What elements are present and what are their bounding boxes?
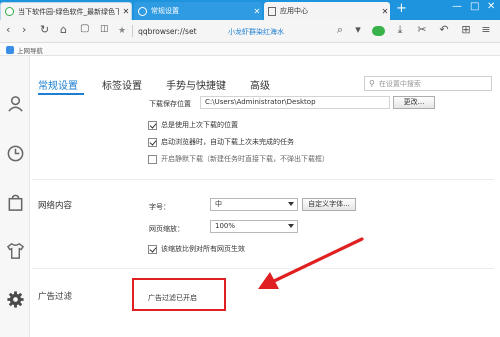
- home-icon[interactable]: ⌂: [60, 23, 67, 36]
- section-divider: [32, 268, 494, 269]
- close-tab-icon[interactable]: ✕: [121, 7, 131, 16]
- bookmark-item[interactable]: 上网导航: [6, 45, 43, 55]
- tab-tab-settings[interactable]: 标签设置: [102, 77, 142, 92]
- shopping-bag-icon[interactable]: [6, 193, 25, 212]
- settings-gear-icon[interactable]: [6, 290, 25, 309]
- skin-shirt-icon[interactable]: [6, 241, 25, 260]
- option-resume-downloads[interactable]: 启动浏览器时，自动下载上次未完成的任务: [148, 137, 294, 147]
- checkbox[interactable]: [148, 137, 157, 147]
- option-label: 启动浏览器时，自动下载上次未完成的任务: [161, 138, 294, 146]
- tab-app-center[interactable]: 应用中心 ✕: [264, 2, 390, 20]
- undo-icon[interactable]: ↶: [438, 24, 450, 36]
- active-tab-indicator: [38, 93, 84, 95]
- settings-favicon-icon: [138, 6, 147, 16]
- settings-search-input[interactable]: ⚲ 在设置中搜索: [364, 76, 492, 91]
- forward-icon[interactable]: ›: [22, 23, 26, 36]
- bookmark-bar: 上网导航: [0, 43, 500, 56]
- tab-general-settings[interactable]: 常规设置 ✕: [134, 2, 262, 20]
- checkbox[interactable]: [148, 120, 157, 130]
- navigation-icon: [6, 46, 14, 54]
- download-path-field[interactable]: C:\Users\Administrator\Desktop: [200, 96, 390, 109]
- history-icon[interactable]: [6, 144, 25, 163]
- web-content-title: 网络内容: [38, 201, 73, 211]
- reading-icon[interactable]: ▢: [80, 23, 89, 34]
- tab-gestures-shortcuts[interactable]: 手势与快捷键: [166, 77, 226, 92]
- custom-font-button[interactable]: 自定义字体...: [302, 198, 356, 211]
- checkbox[interactable]: [148, 154, 157, 164]
- scissors-icon[interactable]: ✂: [416, 24, 428, 36]
- maximize-icon[interactable]: □: [470, 1, 479, 12]
- dropdown-icon[interactable]: ▾: [352, 24, 364, 36]
- ad-filter-title: 广告过滤: [38, 292, 73, 302]
- option-silent-download[interactable]: 开启静默下载（新建任务时直接下载，不弹出下载框）: [148, 154, 329, 164]
- address-text[interactable]: qqbrowser://set: [138, 27, 196, 36]
- option-use-last-location[interactable]: 总是使用上次下载的位置: [148, 120, 238, 130]
- download-location-label: 下载保存位置: [149, 100, 191, 108]
- search-placeholder: 在设置中搜索: [378, 79, 421, 88]
- tab-title: 应用中心: [280, 7, 308, 15]
- option-label: 开启静默下载（新建任务时直接下载，不弹出下载框）: [161, 155, 329, 163]
- extensions-icon[interactable]: ⊞: [460, 24, 472, 36]
- divider: [132, 25, 134, 37]
- toolbar: ‹ › ↻ ⌂ ▢ ◫ ★ qqbrowser://set 小龙虾群染红海水 ⌕…: [0, 20, 500, 43]
- wechat-icon[interactable]: [372, 26, 385, 36]
- bookmark-label: 上网导航: [17, 47, 43, 55]
- zoom-select[interactable]: 100%: [210, 220, 298, 233]
- option-zoom-all-pages[interactable]: 该缩放比例对所有网页生效: [148, 244, 245, 254]
- zoom-label: 网页缩放：: [149, 225, 184, 233]
- download-icon[interactable]: ⤓: [394, 24, 406, 36]
- menu-icon[interactable]: ≡: [480, 24, 492, 36]
- close-tab-icon[interactable]: ✕: [252, 7, 262, 16]
- minimize-icon[interactable]: —: [452, 1, 462, 12]
- sidebar: [0, 56, 30, 337]
- search-icon: ⚲: [369, 79, 375, 88]
- search-icon[interactable]: ⌕: [334, 24, 346, 36]
- site-favicon-icon: [5, 7, 14, 16]
- section-divider: [32, 179, 494, 180]
- sync-icon[interactable]: ◫: [100, 24, 109, 34]
- zoom-value: 100%: [215, 222, 236, 230]
- settings-tab-bar: 常规设置 标签设置 手势与快捷键 高级 ⚲ 在设置中搜索: [30, 73, 500, 95]
- page-icon: [268, 6, 276, 16]
- font-size-value: 中: [215, 200, 222, 208]
- close-tab-icon[interactable]: ✕: [380, 7, 390, 16]
- close-window-icon[interactable]: ✕: [487, 1, 495, 12]
- bookmark-star-icon[interactable]: ★: [118, 26, 126, 36]
- back-icon[interactable]: ‹: [6, 23, 10, 36]
- hot-search-link[interactable]: 小龙虾群染红海水: [228, 27, 284, 37]
- tab-advanced[interactable]: 高级: [250, 77, 270, 92]
- font-size-select[interactable]: 中: [210, 198, 298, 211]
- font-size-label: 字号：: [149, 203, 170, 211]
- checkbox[interactable]: [148, 244, 157, 254]
- tab-title: 当下软件园-绿色软件_最新绿色下: [18, 7, 119, 16]
- highlight-box: [132, 278, 226, 311]
- option-label: 总是使用上次下载的位置: [161, 121, 238, 129]
- refresh-icon[interactable]: ↻: [40, 23, 49, 36]
- tab-title: 常规设置: [151, 7, 179, 15]
- new-tab-icon[interactable]: +: [396, 1, 407, 16]
- chevron-down-icon: [288, 202, 294, 206]
- change-path-button[interactable]: 更改...: [393, 96, 435, 109]
- tab-softpark[interactable]: 当下软件园-绿色软件_最新绿色下 ✕: [0, 2, 132, 20]
- user-icon[interactable]: [6, 94, 25, 113]
- chevron-down-icon: [288, 224, 294, 228]
- tab-general[interactable]: 常规设置: [38, 77, 78, 92]
- tab-strip: 当下软件园-绿色软件_最新绿色下 ✕ 常规设置 ✕ 应用中心 ✕ + — □ ✕: [0, 0, 500, 20]
- option-label: 该缩放比例对所有网页生效: [161, 245, 245, 253]
